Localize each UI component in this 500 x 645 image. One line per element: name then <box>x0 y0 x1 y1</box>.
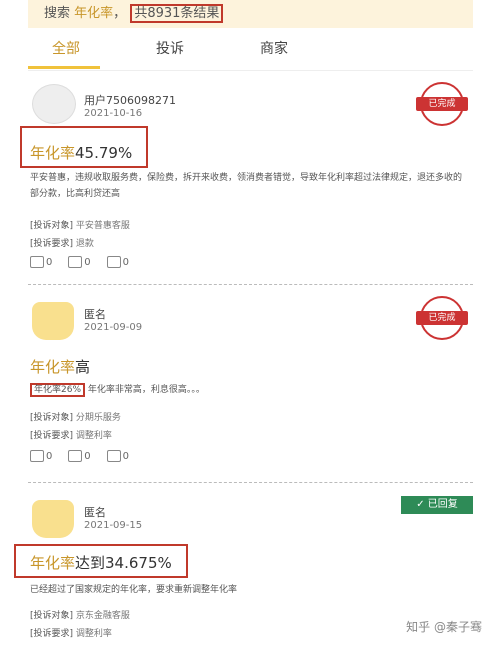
title-keyword: 年化率 <box>30 554 76 572</box>
action-bar: 0 0 0 <box>30 450 129 462</box>
search-prefix: 搜索 <box>44 6 71 21</box>
post-title[interactable]: 年化率45.79% <box>30 142 132 163</box>
title-keyword: 年化率 <box>30 358 76 376</box>
action-bar: 0 0 0 <box>30 256 129 268</box>
target-label: [投诉对象] <box>30 221 74 231</box>
body-highlight: 年化率26% <box>30 383 86 397</box>
title-rest: 45.79% <box>75 144 133 162</box>
title-rest: 高 <box>75 358 91 376</box>
username[interactable]: 匿名 <box>84 306 106 322</box>
like-count: 0 <box>46 257 53 268</box>
post-date: 2021-09-09 <box>84 322 143 333</box>
complaint-request: [投诉要求] 调整利率 <box>30 428 112 441</box>
request-value: 调整利率 <box>75 431 112 441</box>
complaint-card[interactable]: 匿名 2021-09-09 已完成 年化率高 年化率26% 年化率非常高，利息很… <box>28 294 473 480</box>
post-title[interactable]: 年化率达到34.675% <box>30 552 172 573</box>
complaint-target: [投诉对象] 平安普惠客服 <box>30 218 130 231</box>
post-date: 2021-09-15 <box>84 520 143 531</box>
tab-complaints[interactable]: 投诉 <box>156 38 184 58</box>
complaint-request: [投诉要求] 退款 <box>30 236 94 249</box>
title-keyword: 年化率 <box>30 144 76 162</box>
request-label: [投诉要求] <box>30 239 74 249</box>
avatar <box>32 500 74 538</box>
comment-icon[interactable] <box>68 256 83 268</box>
replied-badge: ✓ 已回复 <box>401 496 473 514</box>
request-value: 调整利率 <box>75 629 112 639</box>
share-icon[interactable] <box>106 450 121 462</box>
divider <box>28 482 473 483</box>
check-icon: ✓ <box>416 499 425 510</box>
request-label: [投诉要求] <box>30 431 74 441</box>
username[interactable]: 匿名 <box>84 504 106 520</box>
complaint-card[interactable]: 用户7506098271 2021-10-16 已完成 年化率45.79% 平安… <box>20 80 473 280</box>
post-title[interactable]: 年化率高 <box>30 356 90 377</box>
complaint-request: [投诉要求] 调整利率 <box>30 626 112 639</box>
share-count: 0 <box>122 257 129 268</box>
divider <box>28 284 473 285</box>
search-summary: 搜索 年化率， 共8931条结果 <box>28 0 473 28</box>
comment-count: 0 <box>84 257 91 268</box>
result-count: 共8931条结果 <box>130 4 224 23</box>
complaint-target: [投诉对象] 京东金融客服 <box>30 608 130 621</box>
status-badge: 已完成 <box>416 311 468 325</box>
target-label: [投诉对象] <box>30 611 74 621</box>
like-icon[interactable] <box>30 256 44 268</box>
username[interactable]: 用户7506098271 <box>84 92 176 108</box>
post-body: 年化率26% 年化率非常高，利息很高。。。 <box>30 382 470 398</box>
body-text: 年化率非常高，利息很高。。。 <box>87 385 205 395</box>
target-value: 分期乐服务 <box>75 413 121 423</box>
tab-all[interactable]: 全部 <box>52 38 80 58</box>
share-icon[interactable] <box>106 256 121 268</box>
share-count: 0 <box>122 451 129 462</box>
active-tab-indicator <box>28 66 100 69</box>
status-badge: 已回复 <box>427 499 458 510</box>
like-count: 0 <box>46 451 53 462</box>
search-sep: ， <box>113 6 127 21</box>
like-icon[interactable] <box>30 450 44 462</box>
request-value: 退款 <box>75 239 94 249</box>
tabs-divider <box>28 70 473 71</box>
completed-stamp-icon: 已完成 <box>416 296 468 340</box>
completed-stamp-icon: 已完成 <box>416 82 468 126</box>
avatar <box>32 84 76 124</box>
target-value: 平安普惠客服 <box>75 221 130 231</box>
avatar <box>32 302 74 340</box>
target-value: 京东金融客服 <box>75 611 130 621</box>
tab-merchants[interactable]: 商家 <box>260 38 288 58</box>
post-date: 2021-10-16 <box>84 108 143 119</box>
search-keyword: 年化率 <box>74 6 114 21</box>
request-label: [投诉要求] <box>30 629 74 639</box>
post-body: 已经超过了国家规定的年化率，要求重新调整年化率 <box>30 585 238 595</box>
tab-bar: 全部 投诉 商家 <box>28 32 473 70</box>
title-rest: 达到34.675% <box>75 554 172 572</box>
comment-count: 0 <box>84 451 91 462</box>
complaint-target: [投诉对象] 分期乐服务 <box>30 410 121 423</box>
status-badge: 已完成 <box>416 97 468 111</box>
comment-icon[interactable] <box>68 450 83 462</box>
target-label: [投诉对象] <box>30 413 74 423</box>
watermark: 知乎 @秦子骞 <box>406 620 482 634</box>
post-body: 平安普惠，违规收取服务费，保险费，拆开来收费，领消费者错觉，导致年化利率超过法律… <box>30 173 463 199</box>
